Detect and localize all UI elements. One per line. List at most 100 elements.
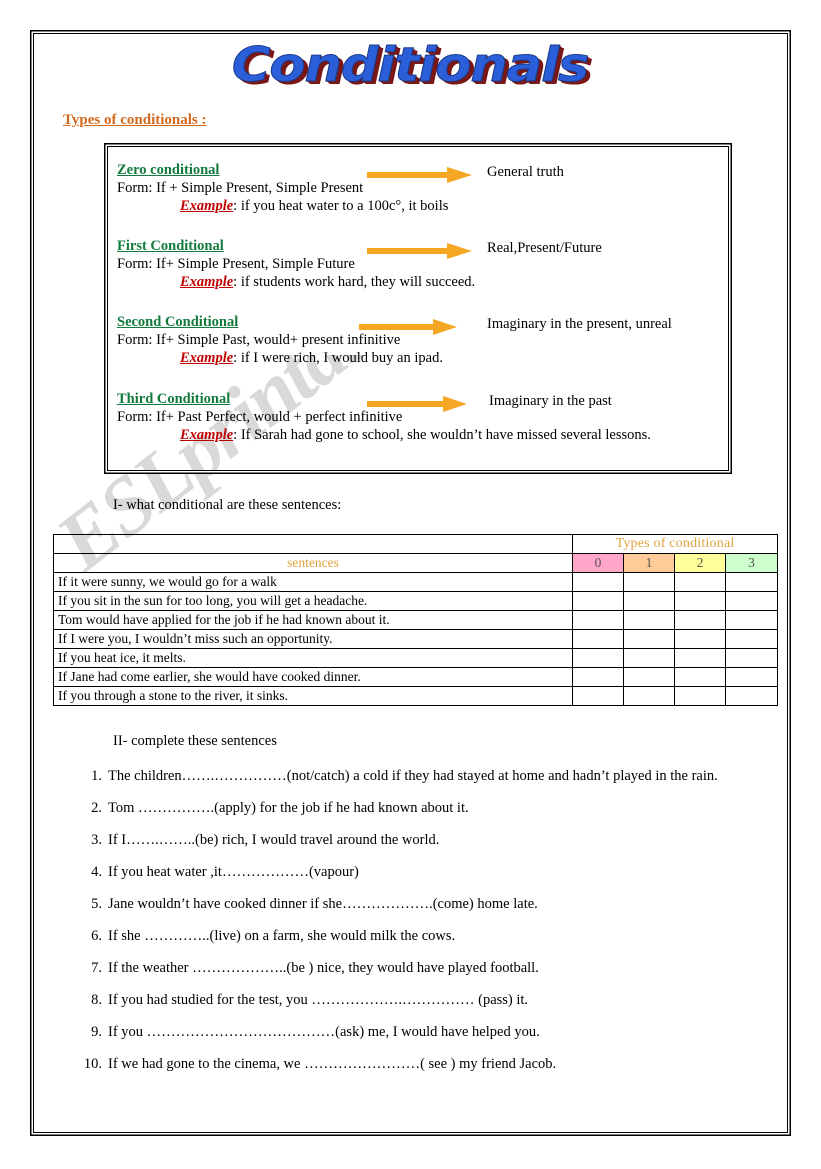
- answer-cell-3[interactable]: [724, 610, 779, 630]
- list-item-number: 1.: [91, 768, 102, 784]
- example-label: Example: [180, 349, 234, 366]
- answer-cell-0[interactable]: [572, 572, 624, 592]
- conditional-title-first: First Conditional: [117, 238, 224, 254]
- list-item: 7. If the weather ………………..(be ) nice, the…: [76, 957, 776, 979]
- conditional-example-first: Example: if students work hard, they wil…: [117, 274, 722, 291]
- answer-cell-0[interactable]: [572, 591, 624, 611]
- example-label: Example: [180, 197, 234, 214]
- conditional-example-third: Example: If Sarah had gone to school, sh…: [117, 427, 722, 444]
- answer-cell-3[interactable]: [724, 629, 779, 649]
- list-item-text: If the weather ………………..(be ) nice, they …: [108, 959, 539, 976]
- list-item-text: If you heat water ,it………………(vapour): [108, 863, 359, 880]
- list-item-number: 3.: [91, 831, 102, 848]
- conditional-block-zero: Zero conditional General truth Form: If …: [117, 161, 722, 214]
- answer-cell-2[interactable]: [674, 686, 726, 706]
- table-row: If you heat ice, it melts.: [53, 648, 779, 668]
- answer-cell-1[interactable]: [623, 591, 675, 611]
- answer-cell-3[interactable]: [724, 686, 779, 706]
- answer-cell-0[interactable]: [572, 610, 624, 630]
- example-label: Example: [180, 426, 234, 443]
- answer-cell-0[interactable]: [572, 686, 624, 706]
- list-item: 8. If you had studied for the test, you ……: [76, 989, 776, 1011]
- list-item-text: If I…….……..(be) rich, I would travel aro…: [108, 831, 440, 848]
- conditional-example-second: Example: if I were rich, I would buy an …: [117, 350, 722, 367]
- sentence-cell: If Jane had come earlier, she would have…: [53, 667, 573, 687]
- answer-cell-3[interactable]: [724, 572, 779, 592]
- list-item: 1. The children…….……………(not/catch) a cold…: [76, 765, 776, 787]
- list-item-number: 4.: [91, 863, 102, 880]
- list-item-number: 6.: [91, 927, 102, 944]
- answer-cell-3[interactable]: [724, 591, 779, 611]
- answer-cell-2[interactable]: [674, 667, 726, 687]
- answer-cell-1[interactable]: [623, 667, 675, 687]
- answer-cell-3[interactable]: [724, 667, 779, 687]
- example-text: : if you heat water to a 100c°, it boils: [233, 197, 449, 214]
- type-column-header-0: 0: [572, 553, 624, 573]
- sentence-cell: If you heat ice, it melts.: [53, 648, 573, 668]
- table-row: If I were you, I wouldn’t miss such an o…: [53, 629, 779, 649]
- list-item-text: If you had studied for the test, you …………: [108, 991, 529, 1008]
- conditional-title-third: Third Conditional: [117, 391, 231, 407]
- arrow-right-icon: [359, 319, 457, 335]
- answer-cell-2[interactable]: [674, 572, 726, 592]
- conditionals-info-box: Zero conditional General truth Form: If …: [107, 146, 729, 471]
- page-title: Conditionals: [232, 38, 591, 94]
- answer-cell-3[interactable]: [724, 648, 779, 668]
- conditional-meaning-first: Real,Present/Future: [487, 240, 602, 256]
- answer-cell-2[interactable]: [674, 610, 726, 630]
- conditional-block-first: First Conditional Real,Present/Future Fo…: [117, 237, 722, 290]
- table-row: If you sit in the sun for too long, you …: [53, 591, 779, 611]
- list-item: 4. If you heat water ,it………………(vapour): [76, 861, 776, 883]
- example-text: : if I were rich, I would buy an ipad.: [233, 349, 443, 366]
- exercise-one-heading: I- what conditional are these sentences:: [113, 497, 342, 513]
- list-item-number: 2.: [91, 799, 102, 816]
- table-row: Tom would have applied for the job if he…: [53, 610, 779, 630]
- list-item-number: 8.: [91, 991, 102, 1008]
- list-item: 2. Tom …………….(apply) for the job if he ha…: [76, 797, 776, 819]
- list-item: 6. If she …………..(live) on a farm, she wou…: [76, 925, 776, 947]
- answer-cell-2[interactable]: [674, 629, 726, 649]
- answer-cell-1[interactable]: [623, 648, 675, 668]
- list-item-text: If she …………..(live) on a farm, she would…: [108, 927, 456, 944]
- list-item: 3. If I…….……..(be) rich, I would travel a…: [76, 829, 776, 851]
- sentence-cell: If you sit in the sun for too long, you …: [53, 591, 573, 611]
- sentence-cell: Tom would have applied for the job if he…: [53, 610, 573, 630]
- list-item-number: 10.: [83, 1055, 102, 1072]
- conditional-meaning-third: Imaginary in the past: [489, 393, 612, 409]
- conditional-block-second: Second Conditional Imaginary in the pres…: [117, 313, 722, 366]
- answer-cell-0[interactable]: [572, 629, 624, 649]
- answer-cell-0[interactable]: [572, 648, 624, 668]
- exercise-two-heading: II- complete these sentences: [113, 733, 277, 749]
- sentences-header: sentences: [53, 553, 573, 573]
- table-row: If it were sunny, we would go for a walk: [53, 572, 779, 592]
- list-item-text: Jane wouldn’t have cooked dinner if she……: [108, 895, 538, 912]
- table-header-row-columns: sentences 0 1 2 3: [53, 553, 779, 573]
- list-item: 10. If we had gone to the cinema, we ……………: [76, 1053, 776, 1075]
- answer-cell-1[interactable]: [623, 572, 675, 592]
- answer-cell-2[interactable]: [674, 648, 726, 668]
- conditional-example-zero: Example: if you heat water to a 100c°, i…: [117, 198, 722, 215]
- answer-cell-1[interactable]: [623, 629, 675, 649]
- arrow-right-icon: [367, 243, 472, 259]
- sentence-cell: If it were sunny, we would go for a walk: [53, 572, 573, 592]
- list-item-text: If we had gone to the cinema, we ……………………: [108, 1055, 557, 1072]
- conditional-meaning-second: Imaginary in the present, unreal: [487, 316, 672, 332]
- type-column-header-3: 3: [724, 553, 779, 573]
- types-of-conditionals-heading: Types of conditionals :: [63, 112, 207, 128]
- sentence-cell: If I were you, I wouldn’t miss such an o…: [53, 629, 573, 649]
- answer-cell-0[interactable]: [572, 667, 624, 687]
- list-item-text: Tom …………….(apply) for the job if he had …: [108, 799, 469, 816]
- answer-cell-2[interactable]: [674, 591, 726, 611]
- title-container: Conditionals: [0, 38, 821, 94]
- type-column-header-1: 1: [623, 553, 675, 573]
- answer-cell-1[interactable]: [623, 610, 675, 630]
- exercise-two-list: 1. The children…….……………(not/catch) a cold…: [76, 765, 776, 1085]
- list-item-number: 5.: [91, 895, 102, 912]
- conditional-title-zero: Zero conditional: [117, 162, 220, 178]
- table-corner-cell: [53, 534, 573, 554]
- conditional-meaning-zero: General truth: [487, 164, 564, 180]
- answer-cell-1[interactable]: [623, 686, 675, 706]
- arrow-right-icon: [367, 167, 472, 183]
- conditional-title-second: Second Conditional: [117, 314, 239, 330]
- list-item: 9. If you …………………………………(ask) me, I would …: [76, 1021, 776, 1043]
